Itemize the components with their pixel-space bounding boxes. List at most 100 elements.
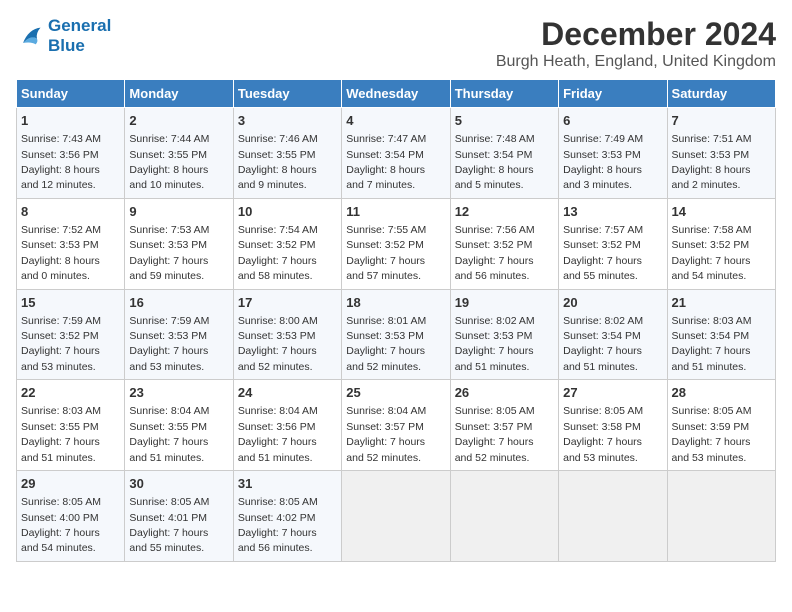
column-header-monday: Monday xyxy=(125,80,233,108)
day-number: 18 xyxy=(346,294,445,312)
calendar-cell: 4 Sunrise: 7:47 AM Sunset: 3:54 PM Daylig… xyxy=(342,108,450,199)
calendar-cell: 30 Sunrise: 8:05 AM Sunset: 4:01 PM Dayli… xyxy=(125,471,233,562)
calendar-cell: 16 Sunrise: 7:59 AM Sunset: 3:53 PM Dayli… xyxy=(125,289,233,380)
day-number: 29 xyxy=(21,475,120,493)
calendar-cell: 26 Sunrise: 8:05 AM Sunset: 3:57 PM Dayli… xyxy=(450,380,558,471)
calendar-cell: 27 Sunrise: 8:05 AM Sunset: 3:58 PM Dayli… xyxy=(559,380,667,471)
day-info: Sunrise: 8:03 AM Sunset: 3:54 PM Dayligh… xyxy=(672,315,752,373)
day-info: Sunrise: 7:57 AM Sunset: 3:52 PM Dayligh… xyxy=(563,224,643,282)
day-number: 3 xyxy=(238,112,337,130)
day-info: Sunrise: 7:44 AM Sunset: 3:55 PM Dayligh… xyxy=(129,133,209,191)
calendar-cell: 7 Sunrise: 7:51 AM Sunset: 3:53 PM Daylig… xyxy=(667,108,775,199)
logo: General Blue xyxy=(16,16,111,55)
calendar-cell: 18 Sunrise: 8:01 AM Sunset: 3:53 PM Dayli… xyxy=(342,289,450,380)
day-number: 27 xyxy=(563,384,662,402)
day-info: Sunrise: 8:05 AM Sunset: 4:00 PM Dayligh… xyxy=(21,496,101,554)
calendar-cell: 28 Sunrise: 8:05 AM Sunset: 3:59 PM Dayli… xyxy=(667,380,775,471)
page-title: December 2024 xyxy=(496,16,776,53)
day-info: Sunrise: 7:58 AM Sunset: 3:52 PM Dayligh… xyxy=(672,224,752,282)
day-info: Sunrise: 8:02 AM Sunset: 3:54 PM Dayligh… xyxy=(563,315,643,373)
day-info: Sunrise: 8:04 AM Sunset: 3:56 PM Dayligh… xyxy=(238,405,318,463)
calendar-cell: 20 Sunrise: 8:02 AM Sunset: 3:54 PM Dayli… xyxy=(559,289,667,380)
calendar-cell: 6Sunrise: 7:49 AM Sunset: 3:53 PM Daylig… xyxy=(559,108,667,199)
day-number: 15 xyxy=(21,294,120,312)
day-number: 5 xyxy=(455,112,554,130)
day-number: 14 xyxy=(672,203,771,221)
day-number: 21 xyxy=(672,294,771,312)
column-header-thursday: Thursday xyxy=(450,80,558,108)
calendar-cell: 10Sunrise: 7:54 AM Sunset: 3:52 PM Dayli… xyxy=(233,198,341,289)
calendar-cell: 13Sunrise: 7:57 AM Sunset: 3:52 PM Dayli… xyxy=(559,198,667,289)
day-number: 26 xyxy=(455,384,554,402)
calendar-header-row: SundayMondayTuesdayWednesdayThursdayFrid… xyxy=(17,80,776,108)
day-number: 16 xyxy=(129,294,228,312)
column-header-saturday: Saturday xyxy=(667,80,775,108)
day-number: 19 xyxy=(455,294,554,312)
calendar-cell: 2 Sunrise: 7:44 AM Sunset: 3:55 PM Daylig… xyxy=(125,108,233,199)
page-subtitle: Burgh Heath, England, United Kingdom xyxy=(496,53,776,71)
day-info: Sunrise: 8:00 AM Sunset: 3:53 PM Dayligh… xyxy=(238,315,318,373)
day-info: Sunrise: 8:01 AM Sunset: 3:53 PM Dayligh… xyxy=(346,315,426,373)
day-info: Sunrise: 8:05 AM Sunset: 4:01 PM Dayligh… xyxy=(129,496,209,554)
logo-text: General Blue xyxy=(48,16,111,55)
calendar-cell: 22 Sunrise: 8:03 AM Sunset: 3:55 PM Dayli… xyxy=(17,380,125,471)
day-info: Sunrise: 7:59 AM Sunset: 3:53 PM Dayligh… xyxy=(129,315,209,373)
calendar-cell: 24 Sunrise: 8:04 AM Sunset: 3:56 PM Dayli… xyxy=(233,380,341,471)
day-info: Sunrise: 7:54 AM Sunset: 3:52 PM Dayligh… xyxy=(238,224,318,282)
title-area: December 2024 Burgh Heath, England, Unit… xyxy=(496,16,776,71)
day-info: Sunrise: 7:47 AM Sunset: 3:54 PM Dayligh… xyxy=(346,133,426,191)
calendar-table: SundayMondayTuesdayWednesdayThursdayFrid… xyxy=(16,79,776,562)
column-header-friday: Friday xyxy=(559,80,667,108)
day-number: 12 xyxy=(455,203,554,221)
day-number: 20 xyxy=(563,294,662,312)
day-info: Sunrise: 8:04 AM Sunset: 3:57 PM Dayligh… xyxy=(346,405,426,463)
day-number: 4 xyxy=(346,112,445,130)
day-number: 30 xyxy=(129,475,228,493)
column-header-sunday: Sunday xyxy=(17,80,125,108)
day-info: Sunrise: 8:05 AM Sunset: 3:57 PM Dayligh… xyxy=(455,405,535,463)
day-number: 23 xyxy=(129,384,228,402)
day-info: Sunrise: 8:04 AM Sunset: 3:55 PM Dayligh… xyxy=(129,405,209,463)
day-info: Sunrise: 7:51 AM Sunset: 3:53 PM Dayligh… xyxy=(672,133,752,191)
calendar-cell: 17 Sunrise: 8:00 AM Sunset: 3:53 PM Dayli… xyxy=(233,289,341,380)
day-info: Sunrise: 7:55 AM Sunset: 3:52 PM Dayligh… xyxy=(346,224,426,282)
calendar-cell: 11 Sunrise: 7:55 AM Sunset: 3:52 PM Dayli… xyxy=(342,198,450,289)
day-info: Sunrise: 7:53 AM Sunset: 3:53 PM Dayligh… xyxy=(129,224,209,282)
day-info: Sunrise: 8:05 AM Sunset: 3:59 PM Dayligh… xyxy=(672,405,752,463)
calendar-week-row: 8Sunrise: 7:52 AM Sunset: 3:53 PM Daylig… xyxy=(17,198,776,289)
calendar-week-row: 29 Sunrise: 8:05 AM Sunset: 4:00 PM Dayli… xyxy=(17,471,776,562)
day-info: Sunrise: 7:46 AM Sunset: 3:55 PM Dayligh… xyxy=(238,133,318,191)
day-info: Sunrise: 8:03 AM Sunset: 3:55 PM Dayligh… xyxy=(21,405,101,463)
day-info: Sunrise: 8:05 AM Sunset: 3:58 PM Dayligh… xyxy=(563,405,643,463)
day-info: Sunrise: 7:56 AM Sunset: 3:52 PM Dayligh… xyxy=(455,224,535,282)
calendar-cell xyxy=(342,471,450,562)
day-number: 17 xyxy=(238,294,337,312)
calendar-cell: 9Sunrise: 7:53 AM Sunset: 3:53 PM Daylig… xyxy=(125,198,233,289)
column-header-tuesday: Tuesday xyxy=(233,80,341,108)
calendar-cell: 23 Sunrise: 8:04 AM Sunset: 3:55 PM Dayli… xyxy=(125,380,233,471)
day-info: Sunrise: 7:43 AM Sunset: 3:56 PM Dayligh… xyxy=(21,133,101,191)
day-number: 2 xyxy=(129,112,228,130)
calendar-cell xyxy=(559,471,667,562)
day-number: 11 xyxy=(346,203,445,221)
day-info: Sunrise: 7:48 AM Sunset: 3:54 PM Dayligh… xyxy=(455,133,535,191)
day-number: 1 xyxy=(21,112,120,130)
day-number: 6 xyxy=(563,112,662,130)
calendar-cell: 12 Sunrise: 7:56 AM Sunset: 3:52 PM Dayli… xyxy=(450,198,558,289)
day-info: Sunrise: 8:02 AM Sunset: 3:53 PM Dayligh… xyxy=(455,315,535,373)
page-header: General Blue December 2024 Burgh Heath, … xyxy=(16,16,776,71)
day-info: Sunrise: 7:59 AM Sunset: 3:52 PM Dayligh… xyxy=(21,315,101,373)
calendar-cell: 3 Sunrise: 7:46 AM Sunset: 3:55 PM Daylig… xyxy=(233,108,341,199)
day-number: 28 xyxy=(672,384,771,402)
day-number: 7 xyxy=(672,112,771,130)
calendar-cell: 14 Sunrise: 7:58 AM Sunset: 3:52 PM Dayli… xyxy=(667,198,775,289)
calendar-body: 1 Sunrise: 7:43 AM Sunset: 3:56 PM Daylig… xyxy=(17,108,776,562)
day-number: 31 xyxy=(238,475,337,493)
day-number: 24 xyxy=(238,384,337,402)
calendar-cell xyxy=(667,471,775,562)
calendar-cell: 31 Sunrise: 8:05 AM Sunset: 4:02 PM Dayli… xyxy=(233,471,341,562)
day-number: 22 xyxy=(21,384,120,402)
day-info: Sunrise: 8:05 AM Sunset: 4:02 PM Dayligh… xyxy=(238,496,318,554)
calendar-cell: 1 Sunrise: 7:43 AM Sunset: 3:56 PM Daylig… xyxy=(17,108,125,199)
calendar-cell: 29 Sunrise: 8:05 AM Sunset: 4:00 PM Dayli… xyxy=(17,471,125,562)
